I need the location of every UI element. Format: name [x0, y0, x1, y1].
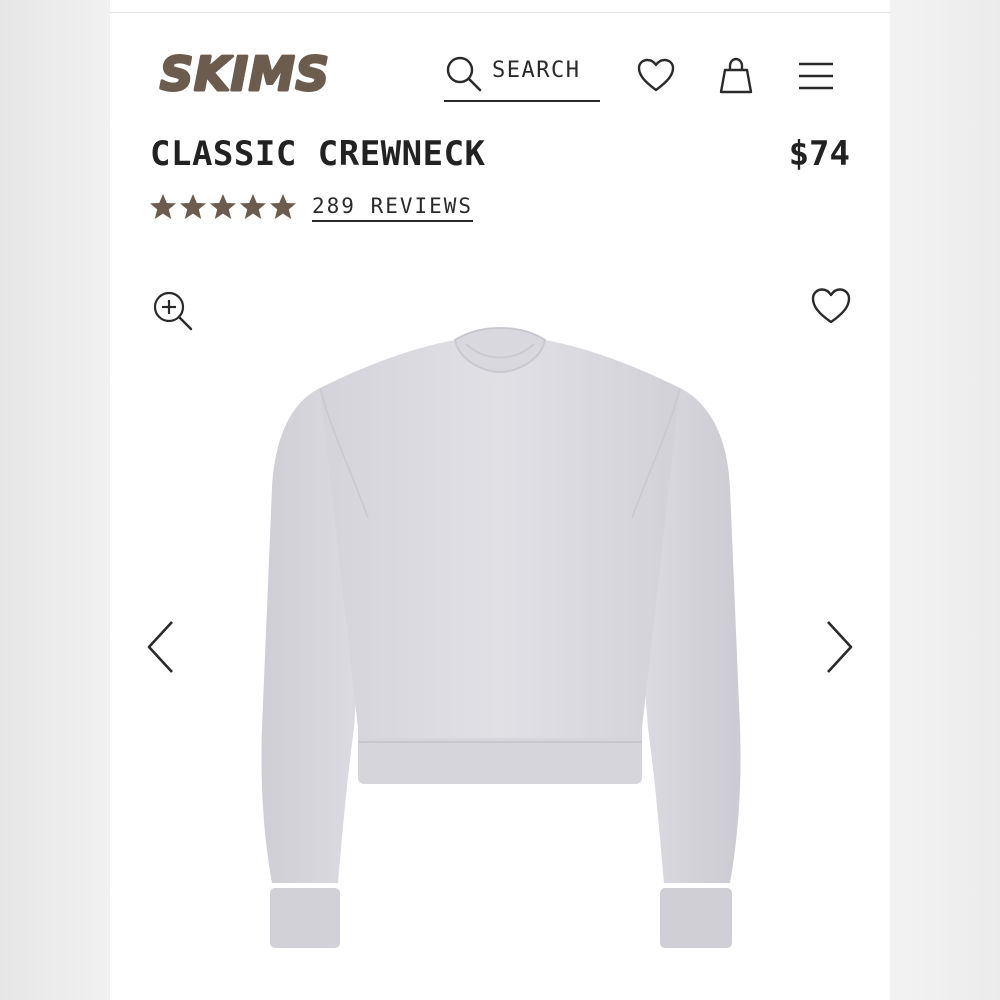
add-to-wishlist-button[interactable]	[810, 286, 852, 326]
zoom-in-icon	[153, 291, 193, 331]
product-page: SKIMS SEARCH CLASSIC CREWNECK $74 289 RE…	[110, 0, 890, 1000]
page-background-left	[0, 0, 110, 1000]
star-icon	[240, 194, 266, 219]
page-background-right	[890, 0, 1000, 1000]
product-image[interactable]	[250, 318, 750, 958]
star-icon	[270, 194, 296, 219]
chevron-right-icon	[827, 621, 853, 673]
next-image-button[interactable]	[822, 618, 856, 676]
heart-icon	[637, 58, 675, 92]
search-field[interactable]: SEARCH	[444, 52, 600, 102]
menu-button[interactable]	[796, 56, 836, 96]
chevron-left-icon	[147, 621, 173, 673]
svg-text:SKIMS: SKIMS	[160, 48, 330, 100]
product-price: $74	[788, 134, 850, 174]
previous-image-button[interactable]	[144, 618, 178, 676]
star-icon	[210, 194, 236, 219]
brand-logo[interactable]: SKIMS	[158, 46, 358, 103]
star-icon	[180, 194, 206, 219]
star-icon	[150, 194, 176, 219]
heart-icon	[811, 288, 851, 324]
shopping-bag-icon	[719, 57, 753, 94]
zoom-button[interactable]	[152, 290, 194, 332]
hamburger-menu-icon	[799, 62, 833, 90]
wishlist-button[interactable]	[636, 56, 676, 96]
star-rating	[148, 192, 298, 222]
search-label: SEARCH	[492, 58, 581, 83]
product-title: CLASSIC CREWNECK	[150, 134, 486, 174]
shopping-bag-button[interactable]	[716, 56, 756, 96]
reviews-link[interactable]: 289 REVIEWS	[312, 194, 474, 222]
search-icon	[444, 54, 484, 94]
divider	[110, 12, 890, 13]
